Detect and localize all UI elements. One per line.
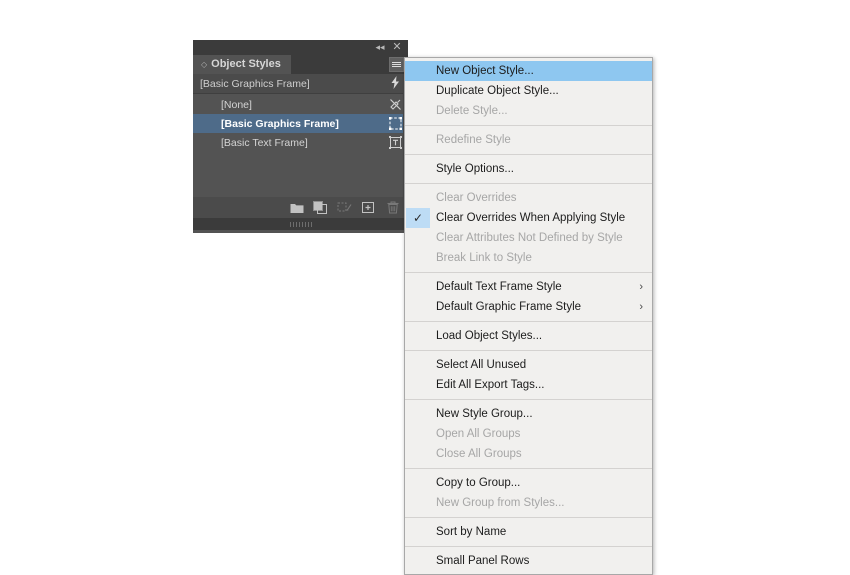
menu-separator	[405, 183, 652, 184]
menu-item-label: New Style Group...	[436, 408, 533, 420]
menu-item-label: Clear Overrides	[436, 192, 517, 204]
style-row-label: [None]	[221, 98, 252, 111]
create-new-style-button[interactable]	[361, 200, 376, 215]
menu-separator	[405, 125, 652, 126]
current-style-label: [Basic Graphics Frame]	[200, 77, 310, 90]
menu-item-label: Select All Unused	[436, 359, 527, 371]
trash-icon	[387, 201, 398, 214]
menu-separator	[405, 468, 652, 469]
style-row-basic-graphics-frame[interactable]: [Basic Graphics Frame]	[193, 114, 408, 133]
new-style-group-button[interactable]	[289, 200, 304, 215]
menu-item[interactable]: ✓ Clear Overrides When Applying Style	[405, 208, 652, 228]
menu-item-label: Copy to Group...	[436, 477, 521, 489]
text-frame-glyph	[388, 136, 402, 149]
menu-item[interactable]: Select All Unused	[405, 355, 652, 375]
panel-flyout-menu-icon[interactable]	[389, 57, 404, 72]
plus-box-icon	[362, 202, 374, 213]
menu-item[interactable]: New Style Group...	[405, 404, 652, 424]
menu-item[interactable]: Load Object Styles...	[405, 326, 652, 346]
style-row-label: [Basic Graphics Frame]	[221, 117, 339, 130]
menu-separator	[405, 321, 652, 322]
menu-item[interactable]: Small Panel Rows	[405, 551, 652, 571]
menu-item[interactable]: Edit All Export Tags...	[405, 375, 652, 395]
menu-item: Break Link to Style	[405, 248, 652, 268]
panel-footer-toolbar	[193, 197, 408, 218]
menu-item[interactable]: Default Graphic Frame Style ›	[405, 297, 652, 317]
menu-item: New Group from Styles...	[405, 493, 652, 513]
menu-item-label: Default Text Frame Style	[436, 281, 562, 293]
menu-item-label: Style Options...	[436, 163, 514, 175]
menu-item-label: Clear Attributes Not Defined by Style	[436, 232, 623, 244]
clear-overrides-icon	[337, 202, 352, 212]
menu-item-label: Delete Style...	[436, 105, 508, 117]
menu-item-label: Load Object Styles...	[436, 330, 543, 342]
menu-item-label: Small Panel Rows	[436, 555, 530, 567]
menu-item-label: Default Graphic Frame Style	[436, 301, 582, 313]
panel-resize-grip[interactable]	[193, 218, 408, 230]
menu-item-label: Duplicate Object Style...	[436, 85, 559, 97]
menu-item-label: Clear Overrides When Applying Style	[436, 212, 626, 224]
panel-tab-bullet-icon: ◇	[201, 60, 208, 69]
panel-tab-label: Object Styles	[211, 58, 281, 70]
menu-item[interactable]: Style Options...	[405, 159, 652, 179]
menu-item-label: Edit All Export Tags...	[436, 379, 545, 391]
menu-item[interactable]: Default Text Frame Style ›	[405, 277, 652, 297]
object-styles-panel: ◂◂ ✕ ◇ Object Styles [Basic Graphics Fra…	[193, 40, 408, 233]
menu-item: Clear Overrides	[405, 188, 652, 208]
checkmark-icon: ✓	[406, 208, 430, 228]
menu-item-label: New Object Style...	[436, 65, 534, 77]
menu-separator	[405, 399, 652, 400]
tab-object-styles[interactable]: ◇ Object Styles	[193, 55, 291, 74]
menu-item-label: Close All Groups	[436, 448, 522, 460]
panel-flyout-menu: New Object Style... Duplicate Object Styl…	[404, 57, 653, 575]
menu-item[interactable]: Sort by Name	[405, 522, 652, 542]
style-row-none[interactable]: [None]	[193, 95, 408, 114]
menu-separator	[405, 350, 652, 351]
menu-item-label: Sort by Name	[436, 526, 507, 538]
duplicate-style-button[interactable]	[313, 200, 328, 215]
submenu-chevron-icon: ›	[639, 300, 643, 313]
menu-item-label: New Group from Styles...	[436, 497, 565, 509]
folder-icon	[290, 203, 303, 213]
lightning-glyph	[391, 75, 399, 89]
graphic-frame-glyph	[388, 117, 402, 130]
none-style-glyph	[389, 99, 401, 110]
grip-bars-icon	[289, 221, 312, 227]
menu-separator	[405, 272, 652, 273]
menu-item: Redefine Style	[405, 130, 652, 150]
delete-style-button[interactable]	[385, 200, 400, 215]
menu-item[interactable]: Duplicate Object Style...	[405, 81, 652, 101]
panel-tab-strip: ◇ Object Styles	[193, 55, 408, 74]
menu-separator	[405, 517, 652, 518]
menu-item: Clear Attributes Not Defined by Style	[405, 228, 652, 248]
collapse-panel-icon[interactable]: ◂◂	[372, 40, 388, 55]
menu-item: Open All Groups	[405, 424, 652, 444]
menu-item[interactable]: Copy to Group...	[405, 473, 652, 493]
submenu-chevron-icon: ›	[639, 280, 643, 293]
menu-separator	[405, 546, 652, 547]
menu-item-label: Open All Groups	[436, 428, 521, 440]
style-row-basic-text-frame[interactable]: [Basic Text Frame]	[193, 133, 408, 152]
close-panel-icon[interactable]: ✕	[389, 40, 405, 55]
menu-item: Close All Groups	[405, 444, 652, 464]
menu-separator	[405, 154, 652, 155]
current-style-row[interactable]: [Basic Graphics Frame]	[193, 74, 408, 94]
clear-overrides-button[interactable]	[337, 200, 352, 215]
style-row-label: [Basic Text Frame]	[221, 136, 308, 149]
menu-item-label: Break Link to Style	[436, 252, 532, 264]
menu-item-label: Redefine Style	[436, 134, 511, 146]
panel-title-bar: ◂◂ ✕	[193, 40, 408, 55]
menu-item[interactable]: New Object Style...	[405, 61, 652, 81]
duplicate-icon	[313, 201, 327, 214]
menu-item: Delete Style...	[405, 101, 652, 121]
